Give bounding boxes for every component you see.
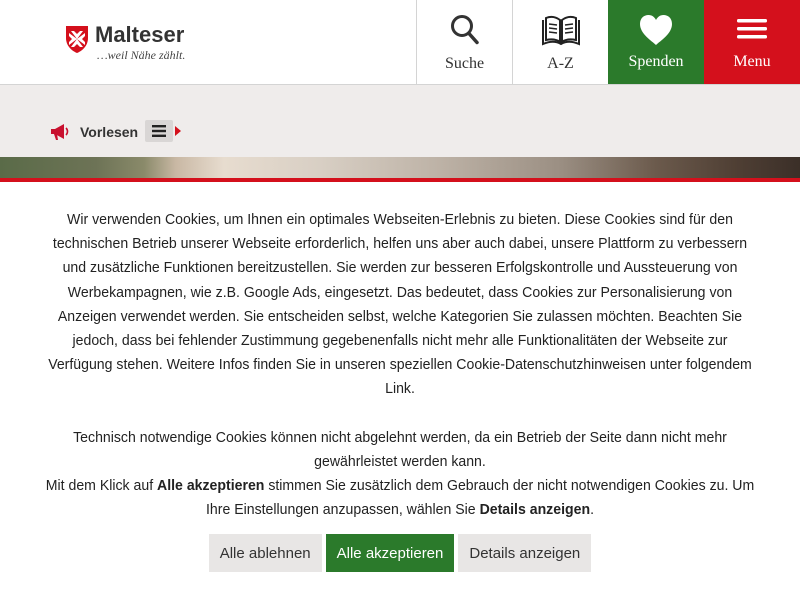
search-label: Suche — [444, 55, 485, 72]
hero-image — [0, 157, 800, 178]
maltese-cross-icon — [66, 26, 88, 53]
a-z-label: A-Z — [547, 55, 574, 72]
search-button[interactable]: Suche — [416, 0, 512, 84]
donate-button[interactable]: Spenden — [608, 0, 704, 84]
menu-label: Menu — [733, 53, 771, 70]
megaphone-icon — [51, 124, 69, 140]
search-icon — [450, 15, 479, 45]
cookie-intro: Wir verwenden Cookies, um Ihnen ein opti… — [48, 211, 752, 398]
cookie-necessary-note: Technisch notwendige Cookies können nich… — [43, 426, 757, 523]
cookie-click-suffix: . — [590, 501, 594, 519]
list-icon — [152, 125, 166, 137]
menu-button[interactable]: Menu — [704, 0, 800, 84]
cookie-details-inline: Details anzeigen — [479, 501, 591, 519]
reject-all-button[interactable]: Alle ablehnen — [208, 534, 322, 572]
brand-name: Malteser — [95, 22, 185, 47]
cookie-click-prefix: Mit dem Klick auf — [45, 477, 154, 495]
malteser-logo[interactable]: Malteser …weil Nähe zählt. — [64, 22, 204, 66]
readspeaker-menu-button[interactable] — [145, 120, 173, 142]
brand-tagline: …weil Nähe zählt. — [97, 48, 186, 62]
cookie-banner: Wir verwenden Cookies, um Ihnen ein opti… — [0, 182, 800, 600]
open-book-icon — [541, 15, 580, 46]
cookie-text: Wir verwenden Cookies, um Ihnen ein opti… — [43, 208, 757, 522]
play-arrow-icon — [175, 126, 181, 136]
a-z-button[interactable]: A-Z — [512, 0, 608, 84]
cookie-accept-all-inline: Alle akzeptieren — [157, 477, 265, 495]
accept-all-button[interactable]: Alle akzeptieren — [325, 534, 455, 572]
cookie-necessary-text: Technisch notwendige Cookies können nich… — [73, 428, 727, 470]
site-header: Malteser …weil Nähe zählt. Suche A-Z Spe… — [0, 0, 800, 85]
donate-label: Spenden — [628, 53, 684, 70]
readspeaker-toolbar: Vorlesen — [0, 85, 800, 157]
show-details-button[interactable]: Details anzeigen — [458, 534, 592, 572]
read-aloud-button[interactable]: Vorlesen — [50, 122, 138, 142]
heart-icon — [640, 15, 672, 45]
cookie-button-row: Alle ablehnen Alle akzeptieren Details a… — [0, 534, 800, 574]
read-aloud-label: Vorlesen — [80, 124, 139, 140]
hamburger-menu-icon — [737, 19, 767, 39]
